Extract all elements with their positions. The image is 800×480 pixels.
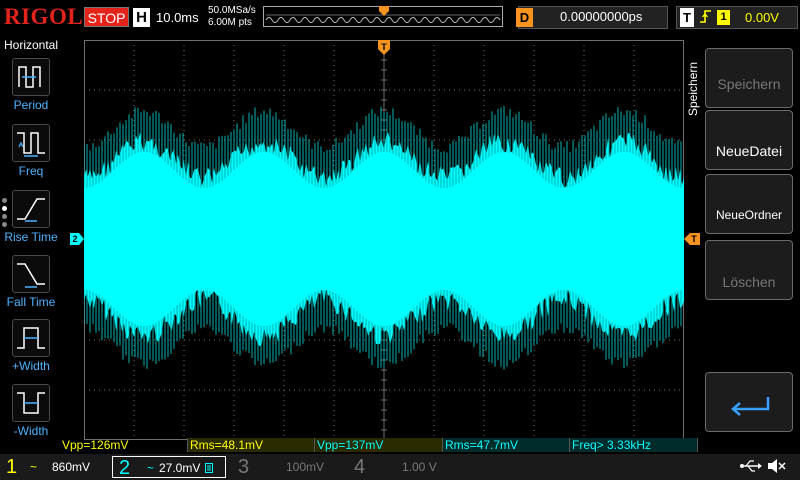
positive-width-label: +Width [12,359,50,373]
frequency-icon [17,132,45,157]
measurement-text: Freq> 3.33kHz [572,438,652,452]
delay-value: 0.00000000ps [560,9,643,24]
channel-2-offset-marker: 2 [70,233,84,245]
period-button[interactable] [12,58,50,96]
page-indicator-dot [2,198,7,203]
return-softkey[interactable] [705,372,793,432]
acquisition-info: 50.0MSa/s 6.00M pts [208,5,256,29]
return-arrow-icon [731,397,770,416]
coupling-icon: ~ [30,460,38,474]
channel-number: 2 [119,457,131,479]
channel-scale: 860mV [52,460,91,474]
new-folder-softkey-label: NeueOrdner [715,208,783,222]
page-indicator-dot-active [2,206,7,211]
measurement-text: Vpp=126mV [62,438,129,452]
svg-text:2: 2 [72,234,77,244]
save-softkey[interactable]: Speichern [705,48,793,108]
menu-title: Speichern [686,62,700,116]
speaker-muted-icon [768,459,786,473]
channel-scale: 1.00 V [402,460,437,474]
trigger-level: 0.00V [745,10,779,25]
measurement-ch2-rms: Rms=47.7mV [443,438,570,452]
svg-text:Speichern: Speichern [686,62,700,116]
channel-number: 1 [6,456,18,478]
positive-width-button[interactable] [12,319,50,357]
page-indicator-dot [2,222,7,227]
trigger-level-marker: T [684,233,700,245]
new-file-softkey[interactable]: NeueDatei [705,110,793,170]
delete-softkey-label: Löschen [722,274,776,290]
trigger-source: 1 [717,10,730,25]
channel-2-status[interactable]: 2 ~ 27.0mV [112,456,226,479]
period-icon [18,66,41,88]
channel-3-status[interactable]: 3 100mV [230,456,340,478]
channel-scale: 100mV [286,460,325,474]
new-folder-softkey[interactable]: NeueOrdner [705,174,793,234]
bandwidth-limit-icon [205,463,213,473]
channel-scale: 27.0mV [159,461,201,475]
delay-badge: D [516,8,533,27]
measurement-ch2-vpp: Vpp=137mV [315,438,443,452]
fall-time-icon [17,263,45,288]
rise-time-label: Rise Time [4,230,58,244]
save-softkey-label: Speichern [717,76,781,92]
measurement-ch1-rms: Rms=48.1mV [188,438,315,452]
trigger-position-icon: T [378,40,390,55]
measurement-text: Vpp=137mV [317,438,384,452]
measurement-ch1-vpp: Vpp=126mV [60,438,188,452]
svg-text:T: T [381,42,387,52]
channel-4-status[interactable]: 4 1.00 V [346,456,456,478]
negative-width-button[interactable] [12,384,50,422]
negative-width-label: -Width [13,424,49,438]
waveform-display[interactable] [84,40,684,440]
coupling-icon: ~ [147,461,155,475]
memory-overview-strip [263,6,503,27]
run-stop-status[interactable]: STOP [84,7,129,27]
trigger-box[interactable] [676,6,798,29]
svg-text:T: T [691,234,697,244]
fall-time-button[interactable] [12,255,50,293]
positive-width-icon [17,327,45,349]
measurement-ch2-freq: Freq> 3.33kHz [570,438,698,452]
timebase-value[interactable]: 10.0ms [156,8,199,27]
horizontal-badge: H [133,8,150,27]
period-label: Period [13,98,49,112]
delete-softkey[interactable]: Löschen [705,240,793,300]
channel-number: 3 [238,456,250,478]
measurement-text: Rms=47.7mV [445,438,519,452]
channel-1-status[interactable]: 1 ~ 860mV [0,456,110,478]
trigger-badge: T [680,8,694,27]
sample-rate: 50.0MSa/s [208,5,256,16]
page-indicator-dot [2,214,7,219]
usb-icon [740,460,762,472]
memory-depth: 6.00M pts [208,17,252,28]
panel-title: Horizontal [4,38,59,52]
frequency-button[interactable] [12,124,50,162]
trigger-position-marker [379,6,389,16]
fall-time-label: Fall Time [6,295,56,309]
frequency-label: Freq [18,164,44,178]
channel-number: 4 [354,456,366,478]
negative-width-icon [17,392,45,414]
brand-logo: RIGOL [4,4,84,29]
rise-time-button[interactable] [12,190,50,228]
rising-edge-icon [700,10,711,23]
measurement-text: Rms=48.1mV [190,438,264,452]
rise-time-icon [17,198,45,222]
new-file-softkey-label: NeueDatei [715,143,783,159]
